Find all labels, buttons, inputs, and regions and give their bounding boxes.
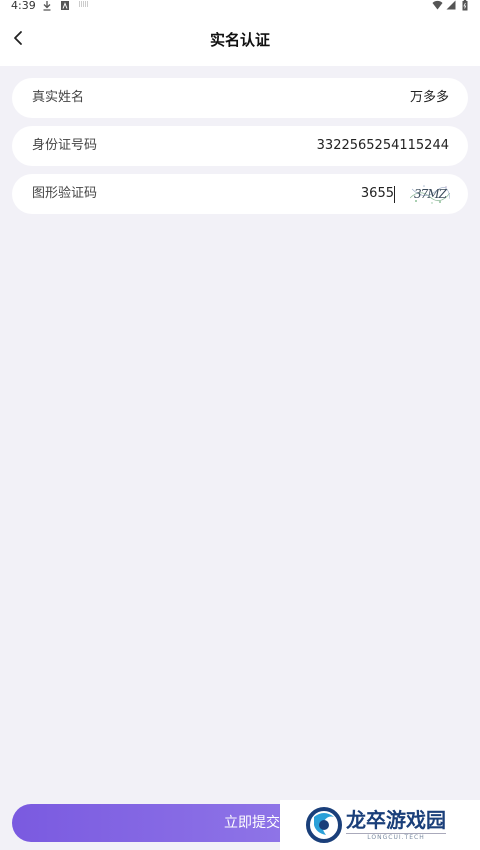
qr-icon	[78, 0, 90, 15]
wifi-icon	[432, 0, 443, 14]
id-number-label: 身份证号码	[32, 138, 98, 153]
captcha-text: 37MZ	[414, 187, 447, 201]
id-number-input[interactable]: 3322565254115244	[317, 126, 449, 166]
longcui-logo-icon	[306, 807, 342, 843]
text-cursor	[394, 186, 395, 203]
captcha-field[interactable]: 图形验证码 3655 37MZ	[12, 174, 468, 214]
a-icon	[60, 0, 70, 15]
download-icon	[42, 0, 52, 15]
signal-icon	[446, 0, 456, 14]
name-label: 真实姓名	[32, 90, 85, 105]
watermark: 龙卒游戏园 LONGCUI.TECH	[280, 800, 480, 850]
captcha-image[interactable]: 37MZ	[410, 183, 450, 205]
status-time: 4:39	[11, 0, 36, 12]
nav-bar: 实名认证	[0, 14, 480, 66]
name-field[interactable]: 真实姓名 万多多	[12, 78, 468, 118]
id-number-field[interactable]: 身份证号码 3322565254115244	[12, 126, 468, 166]
submit-label: 立即提交	[224, 815, 280, 831]
watermark-en: LONGCUI.TECH	[346, 833, 446, 842]
name-input[interactable]: 万多多	[410, 78, 449, 118]
watermark-cn: 龙卒游戏园	[346, 808, 446, 832]
battery-icon	[462, 0, 468, 15]
status-bar: 4:39	[0, 0, 480, 14]
page-title: 实名认证	[209, 31, 270, 49]
captcha-label: 图形验证码	[32, 186, 98, 201]
captcha-input[interactable]: 3655	[361, 174, 394, 214]
